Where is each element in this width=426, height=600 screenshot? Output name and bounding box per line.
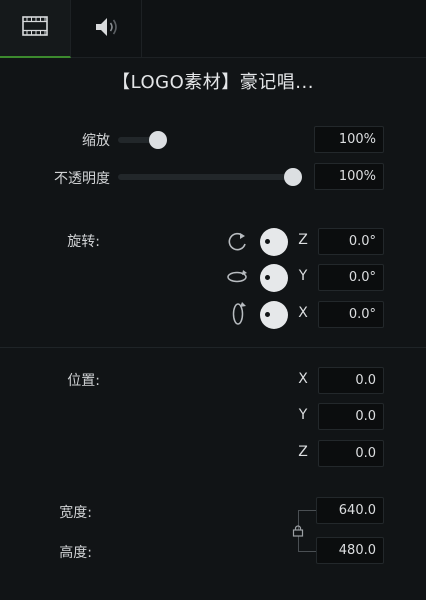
rotate-z-axis-label: Z [298,232,308,248]
scale-label: 缩放 [82,133,110,149]
width-label: 宽度: [59,505,92,521]
position-y-axis-label: Y [298,407,308,423]
width-value-field[interactable]: 640.0 [316,497,384,524]
height-value-field[interactable]: 480.0 [316,537,384,564]
scale-value-field[interactable]: 100% [314,126,384,153]
clip-title: 【LOGO素材】豪记唱... [112,72,314,93]
rotate-z-knob[interactable] [260,228,288,256]
rotate-x-value-field[interactable]: 0.0° [318,301,384,328]
tab-audio[interactable] [72,0,142,58]
position-label: 位置: [67,373,100,389]
film-icon [22,16,48,40]
opacity-value-field[interactable]: 100% [314,163,384,190]
rotate-y-value-field[interactable]: 0.0° [318,264,384,291]
rotate-z-icon [225,230,249,256]
rotate-x-axis-label: X [298,305,308,321]
opacity-label: 不透明度 [54,171,110,187]
position-x-axis-label: X [298,371,308,387]
rotate-y-icon [225,268,249,290]
position-x-value-field[interactable]: 0.0 [318,367,384,394]
height-label: 高度: [59,545,92,561]
speaker-icon [93,15,121,43]
rotate-x-knob[interactable] [260,301,288,329]
scale-slider-thumb[interactable] [149,131,167,149]
rotation-label: 旋转: [67,234,100,250]
rotate-z-value-field[interactable]: 0.0° [318,228,384,255]
tab-video[interactable] [0,0,71,58]
position-z-axis-label: Z [298,444,308,460]
lock-icon[interactable] [292,525,304,541]
opacity-slider-thumb[interactable] [284,168,302,186]
position-z-value-field[interactable]: 0.0 [318,440,384,467]
rotate-y-knob[interactable] [260,264,288,292]
rotate-y-axis-label: Y [298,268,308,284]
rotate-x-icon [229,300,247,332]
position-y-value-field[interactable]: 0.0 [318,403,384,430]
opacity-slider-track[interactable] [118,174,300,180]
section-divider [0,347,426,348]
